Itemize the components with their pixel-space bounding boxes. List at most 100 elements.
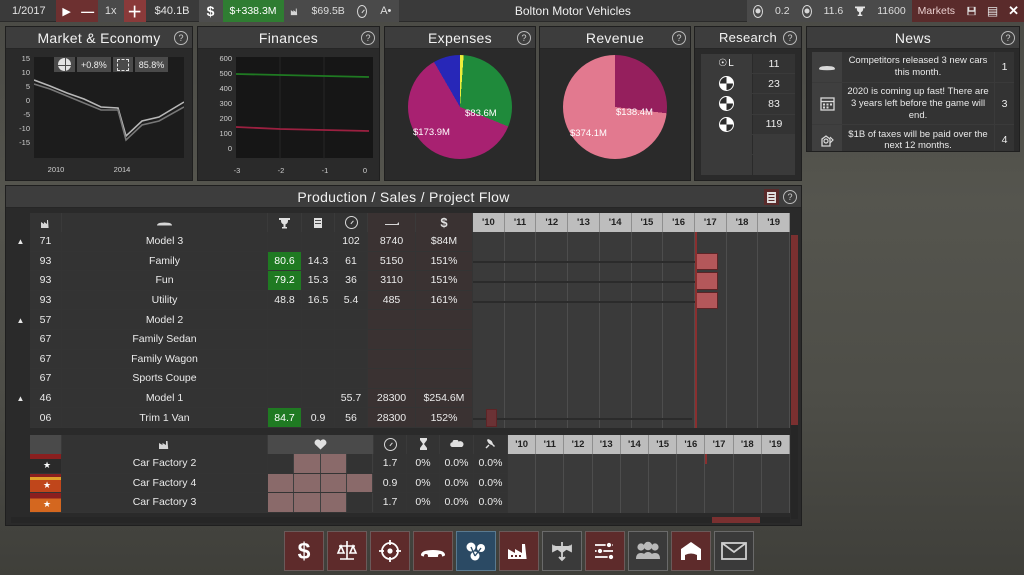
timeline-cell [473, 310, 505, 330]
table-row[interactable]: 67Family Sedan [11, 330, 790, 350]
close-icon[interactable]: ✕ [1003, 0, 1024, 22]
col-header-worker-icon[interactable] [407, 435, 440, 454]
gantt-block[interactable] [695, 253, 718, 271]
market-share-icon[interactable] [113, 57, 133, 72]
expand-toggle[interactable]: ▲ [11, 232, 30, 252]
panel-title: Expenses [428, 30, 492, 46]
vehicles-button[interactable] [413, 531, 453, 571]
help-icon[interactable]: ? [783, 190, 797, 204]
table-row[interactable]: ★Car Factory 31.70%0.0%0.0% [11, 493, 790, 513]
gantt-bar-wrap [473, 291, 790, 311]
row-timeline[interactable] [473, 310, 790, 330]
legal-button[interactable] [327, 531, 367, 571]
help-icon[interactable]: ? [783, 31, 797, 45]
col-header-factory-icon[interactable] [30, 213, 62, 232]
col-header-units-icon[interactable] [368, 213, 416, 232]
row-name: Family Wagon [62, 350, 268, 370]
list-view-icon[interactable] [764, 189, 779, 205]
table-row[interactable]: ▲71Model 31028740$84M [11, 232, 790, 252]
help-icon[interactable]: ? [361, 31, 375, 45]
expenses-label-magenta: $173.9M [413, 127, 450, 138]
timeline-year: '11 [505, 213, 537, 232]
research-row-empty[interactable] [701, 135, 795, 155]
row-timeline[interactable] [473, 369, 790, 389]
gantt-block[interactable] [695, 292, 718, 310]
col-header-trophy-icon[interactable] [268, 213, 302, 232]
window-icon[interactable]: ▤ [982, 0, 1003, 22]
table-header-row: $ '10 '11 '12 '13 '14 '15 '16 '17 '18 '1… [11, 213, 790, 232]
col-header-money[interactable]: $ [416, 213, 473, 232]
gantt-block[interactable] [695, 272, 718, 290]
table-row[interactable]: 93Family80.614.3615150151% [11, 252, 790, 272]
table-row[interactable]: ★Car Factory 40.90%0.0%0.0% [11, 474, 790, 494]
row-timeline[interactable] [473, 389, 790, 409]
timeline-year: '17 [695, 213, 727, 232]
row-timeline[interactable] [473, 408, 790, 428]
factories-button[interactable] [499, 531, 539, 571]
col-header-rating-icon[interactable] [302, 213, 335, 232]
speed-increase-button[interactable]: ＋ [124, 0, 146, 22]
horizontal-scrollbar[interactable] [11, 517, 790, 523]
col-header-car-icon[interactable] [62, 213, 268, 232]
col-header-pollution-icon[interactable] [440, 435, 474, 454]
gantt-block[interactable] [486, 409, 497, 427]
speed-decrease-button[interactable]: — [78, 0, 98, 22]
research-row[interactable]: 83 [701, 94, 795, 114]
table-row[interactable]: ▲46Model 155.728300$254.6M [11, 389, 790, 409]
target-button[interactable] [370, 531, 410, 571]
table-row[interactable]: ▲57Model 2 [11, 310, 790, 330]
factory-timeline[interactable] [508, 493, 790, 513]
expand-toggle[interactable]: ▲ [11, 310, 30, 330]
table-row[interactable]: 93Utility48.816.55.4485161% [11, 291, 790, 311]
research-row[interactable]: 119 [701, 115, 795, 135]
research-row-empty[interactable] [701, 155, 795, 175]
help-icon[interactable]: ? [174, 31, 188, 45]
current-date-marker [695, 330, 697, 350]
research-row[interactable]: 23 [701, 74, 795, 94]
row-timeline[interactable] [473, 350, 790, 370]
research-row[interactable]: ☉L 11 [701, 54, 795, 74]
row-timeline[interactable] [473, 252, 790, 272]
mail-button[interactable] [714, 531, 754, 571]
dealership-button[interactable] [671, 531, 711, 571]
expand-toggle[interactable]: ▲ [11, 389, 30, 409]
staff-button[interactable] [628, 531, 668, 571]
factory-timeline[interactable] [508, 474, 790, 494]
play-button[interactable]: ▶ [56, 0, 78, 22]
factory-timeline[interactable] [508, 454, 790, 474]
factory-header-row: '10 '11 '12 '13 '14 '15 '16 '17 '18 '19 [11, 435, 790, 454]
help-icon[interactable]: ? [1001, 31, 1015, 45]
panel-body: ☉L 11 23 83 119 [695, 49, 801, 180]
globe-icon[interactable] [54, 57, 75, 72]
markets-button[interactable]: Markets [912, 0, 961, 22]
table-row[interactable]: 06Trim 1 Van84.70.95628300152% [11, 408, 790, 428]
col-header-heart-icon[interactable] [268, 435, 374, 454]
table-row[interactable]: 67Family Wagon [11, 350, 790, 370]
table-row[interactable]: 93Fun79.215.3363110151% [11, 271, 790, 291]
distribution-button[interactable] [542, 531, 582, 571]
save-icon[interactable] [961, 0, 982, 22]
col-header-speed-icon[interactable] [374, 435, 407, 454]
list-item[interactable]: Competitors released 3 new cars this mon… [812, 52, 1014, 83]
col-header-speed-icon[interactable] [335, 213, 368, 232]
help-icon[interactable]: ? [517, 31, 531, 45]
table-row[interactable]: 67Sports Coupe [11, 369, 790, 389]
row-timeline[interactable] [473, 291, 790, 311]
finance-button[interactable]: $ [284, 531, 324, 571]
row-stat-trophy [268, 369, 302, 389]
text-size-button[interactable]: A• [373, 0, 399, 22]
row-timeline[interactable] [473, 330, 790, 350]
table-row[interactable]: ★Car Factory 21.70%0.0%0.0% [11, 454, 790, 474]
vertical-scrollbar[interactable] [791, 235, 798, 519]
col-header-factory-icon[interactable] [62, 435, 268, 454]
row-timeline[interactable] [473, 232, 790, 252]
list-item[interactable]: 2020 is coming up fast! There are 3 year… [812, 83, 1014, 126]
help-icon[interactable]: ? [672, 31, 686, 45]
settings-button[interactable] [585, 531, 625, 571]
dollar-icon[interactable]: $ [199, 0, 223, 22]
engineering-button[interactable] [456, 531, 496, 571]
list-item[interactable]: $1B of taxes will be paid over the next … [812, 125, 1014, 151]
top-status-bar: 1/2017 ▶ — 1x ＋ $40.1B $ $+338.3M $69.5B… [0, 0, 1024, 22]
col-header-quality-icon[interactable] [474, 435, 508, 454]
row-timeline[interactable] [473, 271, 790, 291]
